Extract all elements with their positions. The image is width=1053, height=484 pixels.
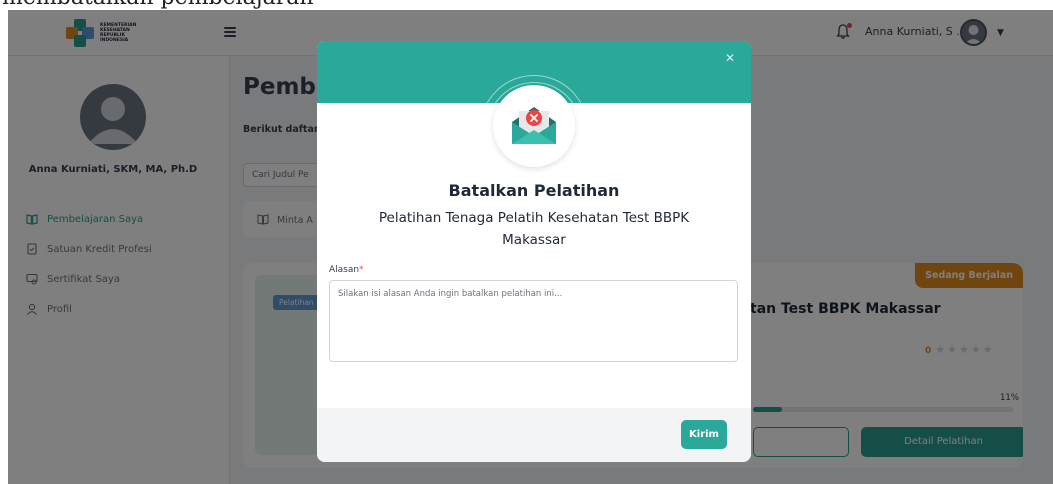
modal-footer: Kirim (317, 408, 751, 462)
modal-subtitle: Pelatihan Tenaga Pelatih Kesehatan Test … (378, 210, 690, 248)
app-frame: KEMENTERIAN KESEHATAN REPUBLIK INDONESIA… (8, 10, 1053, 484)
reason-textarea[interactable] (329, 280, 738, 362)
reason-label: Alasan* (329, 265, 364, 275)
cancel-training-modal: ✕ Batalkan Pelatihan Pelatihan Tenaga Pe… (317, 41, 751, 462)
envelope-error-icon (493, 85, 575, 167)
page-caption: membatalkan pembelajaran (0, 0, 1053, 10)
required-mark: * (359, 265, 364, 275)
close-icon[interactable]: ✕ (725, 51, 735, 65)
modal-title: Batalkan Pelatihan (448, 181, 620, 200)
kirim-button[interactable]: Kirim (681, 420, 727, 449)
